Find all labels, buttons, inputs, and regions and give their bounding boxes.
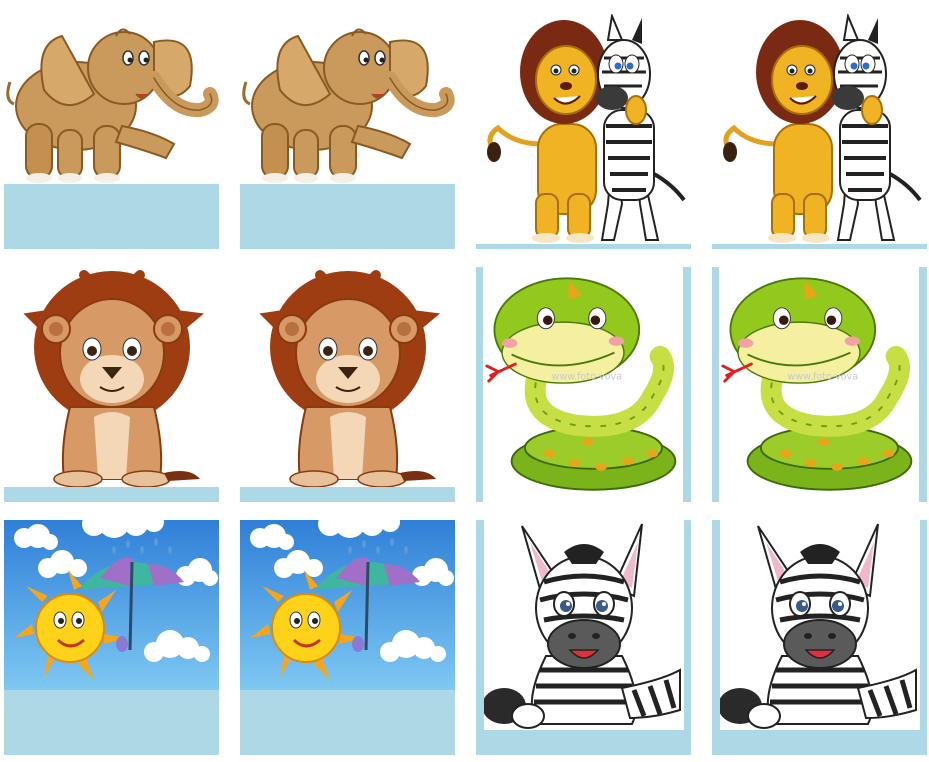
baby-zebra-icon	[720, 520, 920, 730]
sun-with-umbrella-icon	[240, 520, 455, 690]
memory-card-10[interactable]	[240, 520, 455, 755]
elephant-icon	[4, 14, 219, 184]
sun-with-umbrella-icon	[4, 520, 219, 690]
baby-zebra-icon	[484, 520, 684, 730]
memory-card-9[interactable]	[4, 520, 219, 755]
lion-and-zebra-icon	[712, 14, 927, 244]
lion-icon	[4, 267, 219, 487]
memory-card-11[interactable]	[476, 520, 691, 755]
memory-card-5[interactable]	[4, 267, 219, 502]
lion-and-zebra-icon	[476, 14, 691, 244]
memory-card-12[interactable]	[712, 520, 927, 755]
memory-card-6[interactable]	[240, 267, 455, 502]
memory-card-3[interactable]	[476, 14, 691, 249]
elephant-icon	[240, 14, 455, 184]
memory-card-2[interactable]	[240, 14, 455, 249]
memory-card-4[interactable]	[712, 14, 927, 249]
memory-card-8[interactable]	[712, 267, 927, 502]
lion-icon	[240, 267, 455, 487]
memory-card-7[interactable]	[476, 267, 691, 502]
snake-icon	[719, 267, 919, 502]
memory-game-board: { "board": { "cards": [ {"id": 1, "pictu…	[0, 0, 929, 762]
memory-card-1[interactable]	[4, 14, 219, 249]
snake-icon	[483, 267, 683, 502]
